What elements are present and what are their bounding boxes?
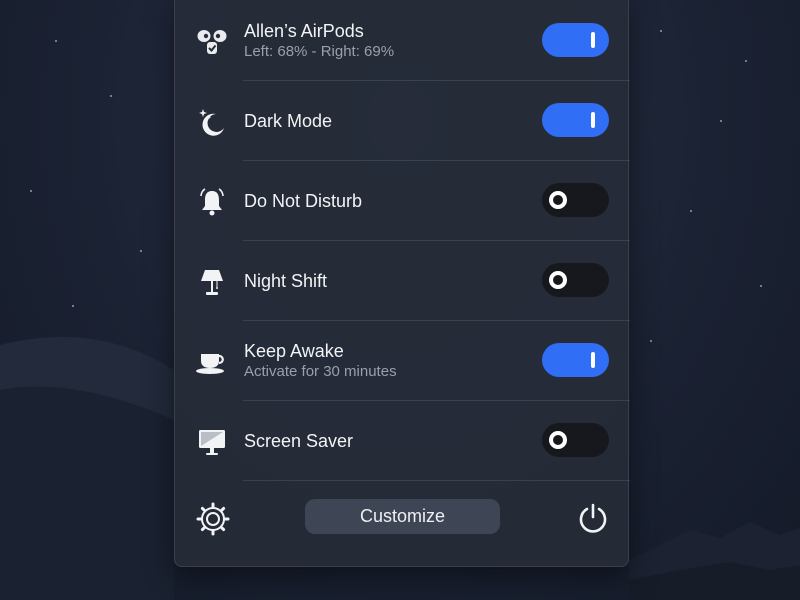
row-night-shift: Night Shift — [175, 241, 630, 321]
screen-saver-toggle[interactable] — [542, 423, 609, 457]
row-title: Screen Saver — [244, 430, 354, 451]
customize-button[interactable]: Customize — [305, 499, 500, 534]
lamp-icon — [195, 265, 229, 299]
bell-icon — [195, 185, 229, 219]
gear-icon[interactable] — [195, 501, 231, 537]
row-subtitle: Activate for 30 minutes — [244, 363, 397, 380]
row-title: Keep Awake — [244, 341, 344, 361]
row-screen-saver: Screen Saver — [175, 401, 630, 481]
row-keep-awake: Keep Awake Activate for 30 minutes — [175, 321, 630, 401]
keep-awake-toggle[interactable] — [542, 343, 609, 377]
panel-footer: Customize — [175, 485, 630, 565]
night-shift-toggle[interactable] — [542, 263, 609, 297]
power-icon[interactable] — [576, 501, 610, 535]
row-title: Dark Mode — [244, 110, 333, 131]
divider — [243, 480, 630, 481]
row-title: Do Not Disturb — [244, 190, 363, 211]
moon-stars-icon — [195, 105, 229, 139]
row-title: Allen’s AirPods — [244, 21, 364, 41]
row-do-not-disturb: Do Not Disturb — [175, 161, 630, 241]
row-airpods: Allen’s AirPods Left: 68% - Right: 69% — [175, 1, 630, 81]
coffee-cup-icon — [195, 345, 229, 379]
dark-mode-toggle[interactable] — [542, 103, 609, 137]
monitor-icon — [195, 425, 229, 459]
row-title: Night Shift — [244, 270, 328, 291]
do-not-disturb-toggle[interactable] — [542, 183, 609, 217]
airpods-icon — [195, 25, 229, 59]
airpods-toggle[interactable] — [542, 23, 609, 57]
row-subtitle: Left: 68% - Right: 69% — [244, 43, 395, 60]
menu-panel: Allen’s AirPods Left: 68% - Right: 69% D… — [174, 0, 630, 567]
row-dark-mode: Dark Mode — [175, 81, 630, 161]
